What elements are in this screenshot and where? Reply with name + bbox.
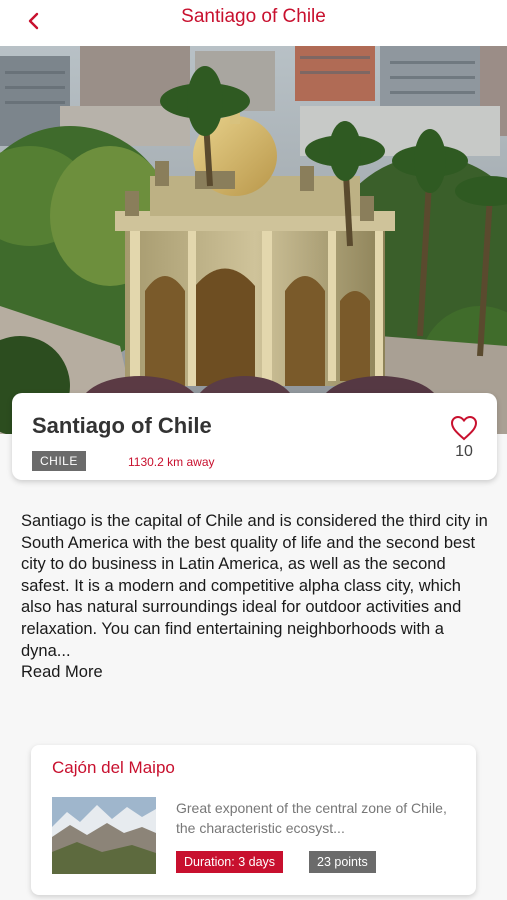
place-name: Santiago of Chile [32,413,212,438]
hero-image-carousel[interactable] [0,46,507,434]
heart-outline-icon [450,415,478,441]
top-nav-bar: Santiago of Chile [0,0,507,46]
place-info-card: Santiago of Chile CHILE 1130.2 km away 1… [12,393,497,480]
like-count: 10 [455,443,473,460]
duration-badge: Duration: 3 days [176,851,284,873]
route-title: Cajón del Maipo [52,758,175,777]
route-thumbnail [52,797,156,874]
nav-title: Santiago of Chile [181,6,326,27]
read-more-link[interactable]: Read More [21,663,103,682]
hero-image [0,46,507,434]
country-badge: CHILE [32,451,86,471]
points-badge: 23 points [309,851,376,873]
distance-label: 1130.2 km away [128,455,215,469]
like-button[interactable]: 10 [449,415,479,461]
route-card[interactable]: Cajón del Maipo Great exponent of the ce… [31,745,476,895]
route-description: Great exponent of the central zone of Ch… [176,800,447,836]
place-description: Santiago is the capital of Chile and is … [21,512,488,660]
